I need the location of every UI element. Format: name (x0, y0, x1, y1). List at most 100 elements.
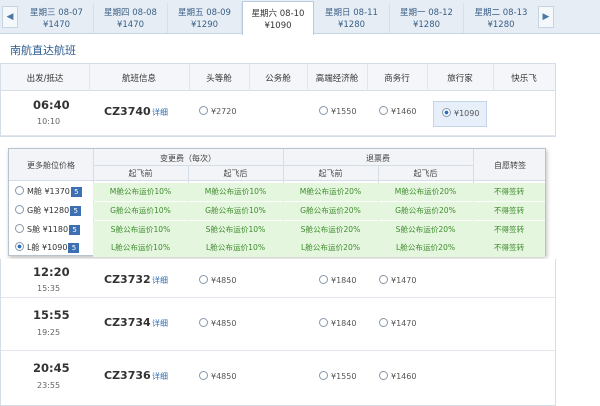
price-value: ¥4850 (211, 276, 237, 285)
flight-number: CZ3736 (104, 369, 151, 382)
tab-date: 星期一 08-12 (400, 8, 453, 18)
change-after-cell: M舱公布运价10% (204, 187, 267, 196)
details-link[interactable]: 详细 (152, 318, 168, 329)
refund-after-cell: L舱公布运价20% (395, 243, 456, 252)
tab-date: 星期日 08-11 (325, 8, 378, 18)
date-tab-3-active[interactable]: 星期六 08-10 ¥1090 (242, 1, 314, 35)
price-value: ¥2720 (211, 107, 237, 116)
col-premium-economy: 高端经济舱 (315, 74, 359, 84)
flight-number: CZ3734 (104, 316, 151, 329)
radio-button-selected[interactable] (442, 108, 451, 117)
price-value: ¥1840 (331, 319, 357, 328)
date-tab-2[interactable]: 星期五 08-09 ¥1290 (168, 3, 242, 33)
premium-economy-price[interactable]: ¥1840 (319, 275, 356, 285)
premium-economy-price[interactable]: ¥1840 (319, 318, 356, 328)
fare-class-m[interactable]: M舱 ¥1370 5 (9, 183, 91, 201)
price-value: ¥1550 (331, 372, 357, 381)
date-tab-4[interactable]: 星期日 08-11 ¥1280 (314, 3, 390, 33)
premium-economy-price[interactable]: ¥1550 (319, 371, 356, 381)
date-tab-5[interactable]: 星期一 08-12 ¥1280 (390, 3, 464, 33)
fare-class-g[interactable]: G舱 ¥1280 5 (9, 202, 91, 220)
next-week-arrow-icon[interactable]: ▶ (538, 6, 554, 28)
more-fares-popup: 更多舱位价格 变更费（每次） 退票费 自愿转签 起飞前 起飞后 起飞前 起飞后 … (8, 148, 546, 257)
radio-button[interactable] (319, 106, 328, 115)
radio-button[interactable] (15, 186, 24, 195)
endorse-cell: 不得签转 (493, 225, 525, 234)
table-row: 06:40 10:10 CZ3740 详细 ¥2720 ¥1550 ¥1460 … (1, 91, 555, 136)
radio-button[interactable] (379, 106, 388, 115)
price-value: ¥1460 (391, 372, 417, 381)
col-traveler: 旅行家 (447, 74, 473, 84)
radio-button[interactable] (15, 224, 24, 233)
arrive-time: 15:35 (37, 284, 61, 293)
flight-number: CZ3732 (104, 273, 151, 286)
refund-fee-header: 退票费 (366, 154, 390, 163)
tab-price: ¥1090 (264, 21, 292, 31)
business-trip-price[interactable]: ¥1460 (379, 106, 416, 116)
date-tab-bar: ◀ 星期三 08-07 ¥1470 星期四 08-08 ¥1470 星期五 08… (0, 0, 600, 35)
arrive-time: 23:55 (37, 381, 61, 390)
fare-class-l[interactable]: L舱 ¥1090 5 (9, 239, 91, 257)
details-link[interactable]: 详细 (152, 275, 168, 286)
radio-button-selected[interactable] (15, 242, 24, 251)
radio-button[interactable] (379, 371, 388, 380)
first-class-price[interactable]: ¥2720 (199, 106, 236, 116)
date-tab-6[interactable]: 星期二 08-13 ¥1280 (464, 3, 538, 33)
endorse-cell: 不得签转 (493, 243, 525, 252)
change-fee-header: 变更费（每次） (160, 154, 216, 163)
depart-time: 20:45 (33, 361, 70, 375)
price-value: ¥1460 (391, 107, 417, 116)
change-after-header: 起飞后 (223, 169, 248, 178)
price-value: ¥4850 (211, 319, 237, 328)
radio-button[interactable] (15, 205, 24, 214)
change-before-cell: M舱公布运价10% (109, 187, 172, 196)
tab-date: 星期三 08-07 (30, 8, 83, 18)
discount-badge: 5 (68, 243, 80, 253)
radio-button[interactable] (199, 275, 208, 284)
refund-after-cell: S舱公布运价20% (395, 225, 456, 234)
details-link[interactable]: 详细 (152, 371, 168, 382)
col-depart-arrive: 出发/抵达 (26, 74, 64, 84)
first-class-price[interactable]: ¥4850 (199, 318, 236, 328)
business-trip-price[interactable]: ¥1460 (379, 371, 416, 381)
table-header: 出发/抵达 航班信息 头等舱 公务舱 高端经济舱 商务行 旅行家 快乐飞 (1, 64, 555, 91)
tab-price: ¥1470 (42, 20, 71, 30)
tab-price: ¥1280 (412, 20, 441, 30)
depart-time: 06:40 (33, 98, 70, 112)
traveler-price[interactable]: ¥1090 (442, 108, 479, 118)
price-value: ¥1470 (391, 276, 417, 285)
radio-button[interactable] (379, 318, 388, 327)
tab-date: 星期二 08-13 (474, 8, 528, 18)
premium-economy-price[interactable]: ¥1550 (319, 106, 356, 116)
refund-after-cell: G舱公布运价20% (395, 206, 456, 215)
radio-button[interactable] (379, 275, 388, 284)
table-row: 15:55 19:25 CZ3734 详细 ¥4850 ¥1840 ¥1470 (1, 298, 555, 351)
fare-class-s[interactable]: S舱 ¥1180 5 (9, 221, 91, 239)
radio-button[interactable] (319, 318, 328, 327)
refund-before-cell: G舱公布运价20% (300, 206, 361, 215)
tab-price: ¥1470 (116, 20, 145, 30)
first-class-price[interactable]: ¥4850 (199, 275, 236, 285)
radio-button[interactable] (319, 275, 328, 284)
business-trip-price[interactable]: ¥1470 (379, 275, 416, 285)
first-class-price[interactable]: ¥4850 (199, 371, 236, 381)
flights-table-continued: 12:20 15:35 CZ3732 详细 ¥4850 ¥1840 ¥1470 … (0, 259, 556, 406)
radio-button[interactable] (199, 371, 208, 380)
tab-price: ¥1290 (190, 20, 219, 30)
radio-button[interactable] (199, 106, 208, 115)
fare-class-label: M舱 ¥1370 (27, 187, 70, 196)
depart-time: 12:20 (33, 265, 70, 279)
date-tab-1[interactable]: 星期四 08-08 ¥1470 (94, 3, 168, 33)
price-value: ¥1090 (454, 109, 480, 118)
section-heading: 南航直达航班 (10, 44, 76, 57)
tab-date: 星期六 08-10 (251, 9, 305, 19)
radio-button[interactable] (319, 371, 328, 380)
prev-week-arrow-icon[interactable]: ◀ (2, 6, 18, 28)
discount-badge: 5 (70, 206, 82, 216)
fare-class-label: G舱 ¥1280 (27, 206, 70, 215)
price-value: ¥1840 (331, 276, 357, 285)
business-trip-price[interactable]: ¥1470 (379, 318, 416, 328)
details-link[interactable]: 详细 (152, 107, 168, 118)
date-tab-0[interactable]: 星期三 08-07 ¥1470 (20, 3, 94, 33)
radio-button[interactable] (199, 318, 208, 327)
